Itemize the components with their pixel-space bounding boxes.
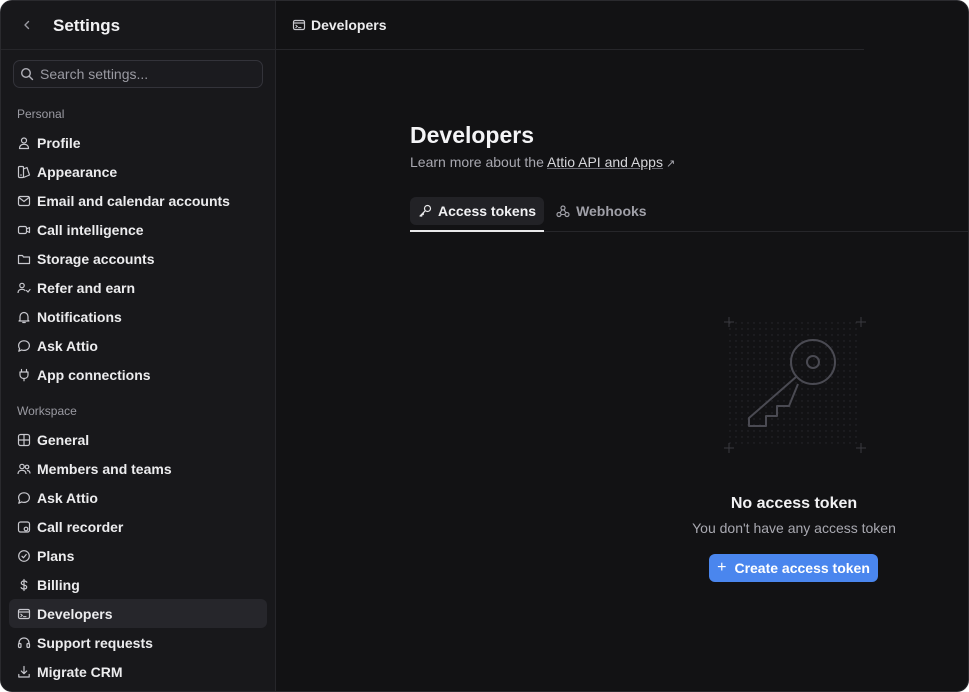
sidebar-item-label: Notifications [37, 308, 122, 325]
video-icon [17, 223, 31, 237]
sidebar-item-label: Billing [37, 576, 80, 593]
sidebar-item-label: Developers [37, 605, 113, 622]
subtitle-prefix: Learn more about the [410, 154, 544, 170]
sidebar-item-refer-earn[interactable]: Refer and earn [9, 273, 267, 302]
sidebar-item-label: Call recorder [37, 518, 124, 535]
user-icon [17, 136, 31, 150]
sidebar-item-notifications[interactable]: Notifications [9, 302, 267, 331]
empty-state-title: No access token [730, 495, 858, 512]
section-label-personal: Personal [17, 107, 65, 121]
sidebar-item-label: Members and teams [37, 460, 172, 477]
tab-label: Access tokens [438, 202, 537, 219]
download-icon [17, 665, 31, 679]
sidebar-item-label: Storage accounts [37, 250, 155, 267]
sidebar-item-label: Appearance [37, 163, 118, 180]
settings-sidebar: Settings Personal Profile Appearance Ema… [1, 1, 276, 691]
sidebar-item-email-calendar[interactable]: Email and calendar accounts [9, 186, 267, 215]
sidebar-item-storage-accounts[interactable]: Storage accounts [9, 244, 267, 273]
developers-panel: Developers Developers Learn more about t… [276, 1, 968, 691]
sidebar-item-ask-attio[interactable]: Ask Attio [9, 331, 267, 360]
sidebar-item-ask-attio-workspace[interactable]: Ask Attio [9, 483, 267, 512]
breadcrumb: Developers [276, 1, 864, 50]
chat-icon [17, 491, 31, 505]
search-icon [20, 67, 34, 81]
tab-webhooks[interactable]: Webhooks [548, 196, 655, 231]
plug-icon [17, 368, 31, 382]
sidebar-item-label: Ask Attio [37, 489, 98, 506]
page-subtitle: Learn more about the Attio API and Apps ↗ [410, 154, 675, 170]
api-docs-link[interactable]: Attio API and Apps [547, 154, 663, 170]
folder-icon [17, 252, 31, 266]
sidebar-item-call-intelligence[interactable]: Call intelligence [9, 215, 267, 244]
recorder-icon [17, 520, 31, 534]
tab-access-tokens[interactable]: Access tokens [410, 196, 545, 232]
sidebar-item-billing[interactable]: Billing [9, 570, 267, 599]
empty-state-illustration [721, 314, 869, 456]
create-access-token-button[interactable]: + Create access token [709, 554, 878, 582]
sidebar-item-migrate-crm[interactable]: Migrate CRM [9, 657, 267, 686]
sidebar-title: Settings [53, 16, 121, 35]
empty-state-subtitle: You don't have any access token [692, 520, 896, 536]
search-box[interactable] [13, 60, 263, 88]
sidebar-item-label: App connections [37, 366, 151, 383]
chevron-left-icon[interactable] [19, 16, 35, 34]
sidebar-item-members-teams[interactable]: Members and teams [9, 454, 267, 483]
users-gift-icon [17, 281, 31, 295]
external-link-icon: ↗ [665, 158, 676, 170]
badge-icon [17, 549, 31, 563]
plus-icon: + [717, 559, 727, 576]
terminal-icon [17, 607, 31, 621]
palette-icon [17, 165, 31, 179]
sidebar-item-support-requests[interactable]: Support requests [9, 628, 267, 657]
sidebar-item-call-recorder[interactable]: Call recorder [9, 512, 267, 541]
settings-window: Settings Personal Profile Appearance Ema… [0, 0, 969, 692]
sidebar-item-label: Migrate CRM [37, 663, 123, 680]
team-icon [17, 462, 31, 476]
section-label-workspace: Workspace [17, 404, 77, 418]
sidebar-item-profile[interactable]: Profile [9, 128, 267, 157]
tab-label: Webhooks [576, 202, 647, 219]
chat-icon [17, 339, 31, 353]
developer-tabs: Access tokens Webhooks [410, 196, 968, 232]
sidebar-item-label: Support requests [37, 634, 153, 651]
bell-icon [17, 310, 31, 324]
terminal-icon [292, 18, 306, 32]
mail-icon [17, 194, 31, 208]
sidebar-item-developers[interactable]: Developers [9, 599, 267, 628]
dollar-icon [17, 578, 31, 592]
sidebar-item-label: Plans [37, 547, 75, 564]
sidebar-header: Settings [1, 1, 275, 50]
sidebar-item-label: Refer and earn [37, 279, 136, 296]
sidebar-item-label: General [37, 431, 90, 448]
sidebar-item-plans[interactable]: Plans [9, 541, 267, 570]
webhook-icon [556, 204, 570, 217]
headset-icon [17, 636, 31, 650]
grid-icon [17, 433, 31, 447]
search-input[interactable] [40, 66, 240, 82]
workspace-nav: General Members and teams Ask Attio Call… [9, 425, 267, 686]
personal-nav: Profile Appearance Email and calendar ac… [9, 128, 267, 389]
breadcrumb-label: Developers [311, 17, 387, 33]
button-label: Create access token [734, 560, 870, 576]
sidebar-item-label: Call intelligence [37, 221, 144, 238]
sidebar-item-label: Profile [37, 134, 81, 151]
key-icon [419, 204, 432, 217]
sidebar-item-general[interactable]: General [9, 425, 267, 454]
page-title: Developers [410, 122, 535, 148]
sidebar-item-appearance[interactable]: Appearance [9, 157, 267, 186]
sidebar-item-app-connections[interactable]: App connections [9, 360, 267, 389]
sidebar-item-label: Ask Attio [37, 337, 98, 354]
sidebar-item-label: Email and calendar accounts [37, 192, 230, 209]
